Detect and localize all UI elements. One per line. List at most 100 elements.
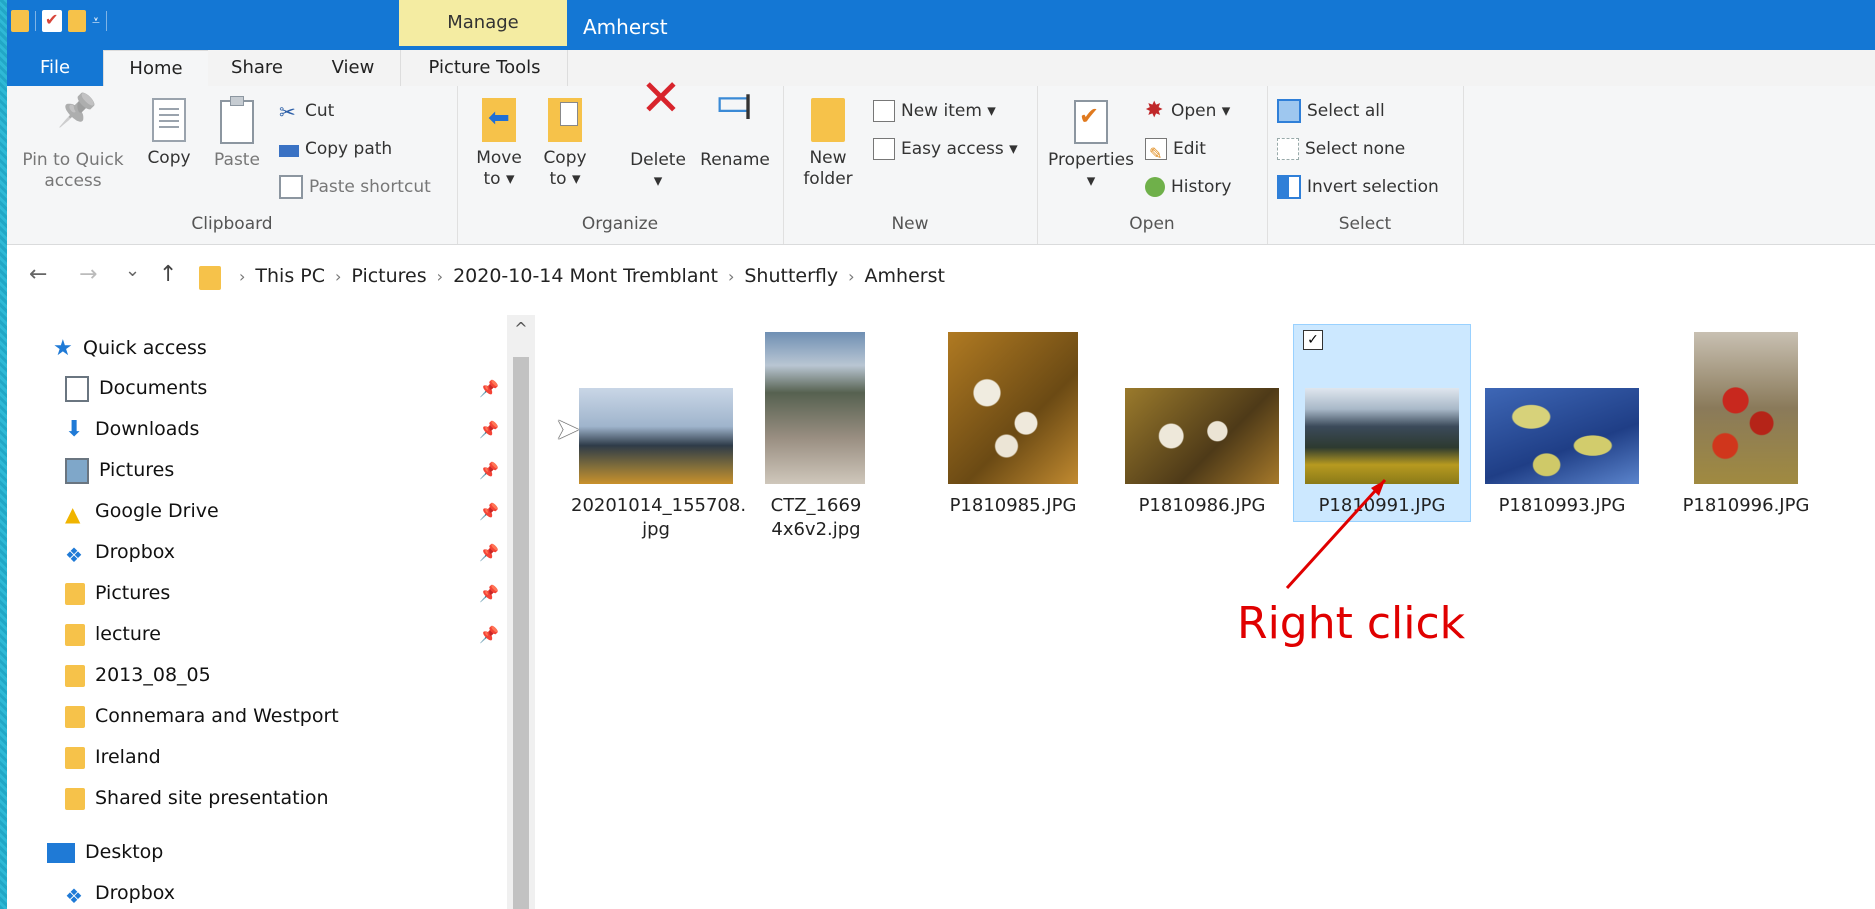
tab-share[interactable]: Share xyxy=(208,50,306,86)
pin-icon[interactable]: 📌 xyxy=(479,379,499,398)
invert-selection-button[interactable]: Invert selection xyxy=(1277,172,1439,202)
delete-button[interactable]: Delete ▾ xyxy=(627,88,689,192)
tab-picture-tools[interactable]: Picture Tools xyxy=(400,50,568,86)
easy-access-button[interactable]: Easy access ▾ xyxy=(873,134,1018,164)
open-label: Open ▾ xyxy=(1171,101,1231,121)
file-name: 20201014_155708. xyxy=(571,495,747,516)
forward-arrow-icon[interactable]: → xyxy=(79,262,97,287)
edit-button[interactable]: Edit xyxy=(1145,134,1206,169)
nav-item-connemara[interactable]: Connemara and Westport xyxy=(65,701,339,731)
paste-button[interactable]: Paste xyxy=(205,92,269,171)
move-label: Move xyxy=(476,148,522,168)
nav-item-ireland[interactable]: Ireland xyxy=(65,742,161,772)
move-to-button[interactable]: Move to ▾ xyxy=(471,92,527,190)
folder-icon xyxy=(65,623,85,646)
tab-view[interactable]: View xyxy=(306,50,400,86)
breadcrumb-separator[interactable]: › xyxy=(437,267,443,286)
nav-item-dropbox[interactable]: Dropbox xyxy=(65,537,176,570)
tab-file[interactable]: File xyxy=(7,50,103,86)
select-all-button[interactable]: Select all xyxy=(1277,96,1385,126)
open-button[interactable]: Open ▾ xyxy=(1145,96,1230,126)
nav-item-downloads[interactable]: Downloads xyxy=(65,414,199,445)
delete-dropdown-icon[interactable]: ▾ xyxy=(627,171,689,192)
customize-toolbar-icon[interactable]: ⩡ xyxy=(92,13,100,29)
ribbon: Pin to Quick access Copy Paste Cut Copy … xyxy=(7,86,1875,245)
pin-icon[interactable]: 📌 xyxy=(479,584,499,603)
scissors-icon xyxy=(279,97,299,127)
nav-item-lecture[interactable]: lecture xyxy=(65,619,161,649)
pin-icon[interactable]: 📌 xyxy=(479,461,499,480)
breadcrumb-separator[interactable]: › xyxy=(728,267,734,286)
pin-icon[interactable]: 📌 xyxy=(479,543,499,562)
history-button[interactable]: History xyxy=(1145,172,1231,202)
cut-button[interactable]: Cut xyxy=(279,96,334,127)
copy-path-button[interactable]: Copy path xyxy=(279,134,392,164)
nav-label: 2013_08_05 xyxy=(95,664,211,686)
nav-quick-access[interactable]: Quick access xyxy=(53,333,207,364)
download-icon xyxy=(65,415,85,445)
breadcrumb-amherst[interactable]: Amherst xyxy=(865,265,945,287)
up-arrow-icon[interactable]: ↑ xyxy=(159,262,177,287)
tab-manage[interactable]: Manage xyxy=(399,0,567,46)
breadcrumb-shutterfly[interactable]: Shutterfly xyxy=(744,265,838,287)
select-all-label: Select all xyxy=(1307,101,1385,121)
nav-scrollbar[interactable]: ^ xyxy=(507,315,535,909)
thumbnail[interactable] xyxy=(948,332,1078,484)
copy-button[interactable]: Copy xyxy=(139,92,199,169)
pictures-icon xyxy=(65,457,89,484)
rename-button[interactable]: Rename xyxy=(697,92,773,171)
nav-item-google-drive[interactable]: Google Drive xyxy=(65,496,219,529)
move-to-icon xyxy=(482,98,516,142)
recent-locations-icon[interactable]: ⌄ xyxy=(125,260,140,281)
copy-to-button[interactable]: Copy to ▾ xyxy=(537,92,593,190)
file-name: P1810985.JPG xyxy=(949,495,1077,516)
copy-path-label: Copy path xyxy=(305,139,393,159)
pin-icon[interactable]: 📌 xyxy=(479,420,499,439)
new-item-button[interactable]: New item ▾ xyxy=(873,96,996,126)
paste-shortcut-button[interactable]: Paste shortcut xyxy=(279,172,431,202)
thumbnail[interactable] xyxy=(1694,332,1798,484)
nav-dropbox[interactable]: Dropbox xyxy=(65,878,175,909)
easy-access-icon xyxy=(873,138,895,160)
properties-quick-icon[interactable] xyxy=(42,10,62,32)
breadcrumb-this-pc[interactable]: This PC xyxy=(255,265,325,287)
breadcrumb[interactable]: › This PC › Pictures › 2020-10-14 Mont Trembl… xyxy=(229,254,945,299)
nav-item-2013-08-05[interactable]: 2013_08_05 xyxy=(65,660,211,690)
new-folder-quick-icon[interactable] xyxy=(68,10,86,32)
pin-icon[interactable]: 📌 xyxy=(479,502,499,521)
breadcrumb-separator[interactable]: › xyxy=(848,267,854,286)
open-icon xyxy=(1145,96,1165,126)
nav-item-shared-site[interactable]: Shared site presentation xyxy=(65,783,329,813)
nav-item-pictures-folder[interactable]: Pictures xyxy=(65,578,170,608)
quick-access-toolbar: ⩡ xyxy=(11,10,107,32)
select-none-button[interactable]: Select none xyxy=(1277,134,1405,164)
properties-dropdown-icon[interactable]: ▾ xyxy=(1045,171,1137,192)
properties-label: Properties xyxy=(1048,150,1134,170)
pin-quick-access-button[interactable]: Pin to Quick access xyxy=(17,92,129,192)
thumbnail[interactable] xyxy=(579,388,733,484)
thumbnail[interactable] xyxy=(765,332,865,484)
file-view: 20201014_155708. jpg CTZ_1669 4x6v2.jpg … xyxy=(535,298,1875,909)
tab-home[interactable]: Home xyxy=(103,50,209,87)
selected-checkbox[interactable]: ✓ xyxy=(1303,330,1323,350)
thumbnail[interactable] xyxy=(1485,388,1639,484)
file-name: P1810986.JPG xyxy=(1138,495,1266,516)
back-arrow-icon[interactable]: ← xyxy=(29,262,47,287)
nav-item-pictures[interactable]: Pictures xyxy=(65,455,174,485)
breadcrumb-pictures[interactable]: Pictures xyxy=(351,265,426,287)
breadcrumb-mont-tremblant[interactable]: 2020-10-14 Mont Tremblant xyxy=(453,265,718,287)
ribbon-tabs: File Home Share View Picture Tools xyxy=(7,46,1875,87)
nav-item-documents[interactable]: Documents xyxy=(65,373,207,403)
properties-button[interactable]: Properties ▾ xyxy=(1045,92,1137,192)
thumbnail[interactable] xyxy=(1125,388,1279,484)
scrollbar-thumb[interactable] xyxy=(513,357,529,909)
new-folder-button[interactable]: New folder xyxy=(795,92,861,190)
breadcrumb-separator[interactable]: › xyxy=(239,267,245,286)
pin-icon[interactable]: 📌 xyxy=(479,625,499,644)
mouse-cursor-icon: ➤ xyxy=(555,412,581,447)
rename-icon xyxy=(715,92,755,144)
nav-label: Dropbox xyxy=(95,541,176,563)
breadcrumb-separator[interactable]: › xyxy=(335,267,341,286)
nav-desktop[interactable]: Desktop xyxy=(47,837,163,867)
scroll-up-icon[interactable]: ^ xyxy=(507,319,535,338)
